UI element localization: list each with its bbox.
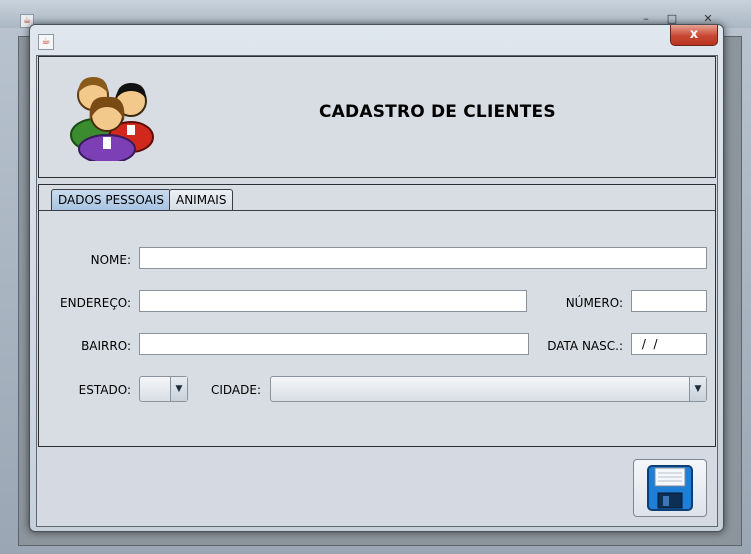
numero-label: NÚMERO: xyxy=(565,296,623,310)
estado-label: ESTADO: xyxy=(78,383,131,397)
tab-panel: DADOS PESSOAIS ANIMAIS NOME: ENDEREÇO: N… xyxy=(38,184,716,447)
java-icon: ☕ xyxy=(38,34,54,50)
users-group-icon xyxy=(70,77,154,161)
nome-label: NOME: xyxy=(90,253,131,267)
data-nasc-field[interactable] xyxy=(631,333,707,355)
cidade-label: CIDADE: xyxy=(210,383,261,397)
chevron-down-icon: ▼ xyxy=(689,377,706,401)
endereco-label: ENDEREÇO: xyxy=(60,296,131,310)
bairro-field[interactable] xyxy=(139,333,529,355)
tab-dados-pessoais[interactable]: DADOS PESSOAIS xyxy=(51,189,172,210)
close-button[interactable]: x xyxy=(670,25,718,46)
nome-field[interactable] xyxy=(139,247,707,269)
dialog-titlebar: ☕ x xyxy=(30,25,723,51)
tab-divider xyxy=(39,210,715,211)
endereco-field[interactable] xyxy=(139,290,527,312)
floppy-disk-icon xyxy=(647,465,693,511)
cidade-select[interactable]: ▼ xyxy=(270,376,707,402)
save-button[interactable] xyxy=(633,459,707,517)
data-nasc-label: DATA NASC.: xyxy=(547,339,623,353)
estado-select[interactable]: ▼ xyxy=(139,376,188,402)
page-title: CADASTRO DE CLIENTES xyxy=(319,102,556,122)
bairro-label: BAIRRO: xyxy=(81,339,131,353)
numero-field[interactable] xyxy=(631,290,707,312)
chevron-down-icon: ▼ xyxy=(170,377,187,401)
dialog-content: CADASTRO DE CLIENTES DADOS PESSOAIS ANIM… xyxy=(36,55,718,527)
cadastro-dialog: ☕ x CADASTRO DE CLIENTES DADOS PESSOAIS … xyxy=(29,24,724,532)
tab-animais[interactable]: ANIMAIS xyxy=(169,189,234,210)
header-panel: CADASTRO DE CLIENTES xyxy=(38,56,716,178)
